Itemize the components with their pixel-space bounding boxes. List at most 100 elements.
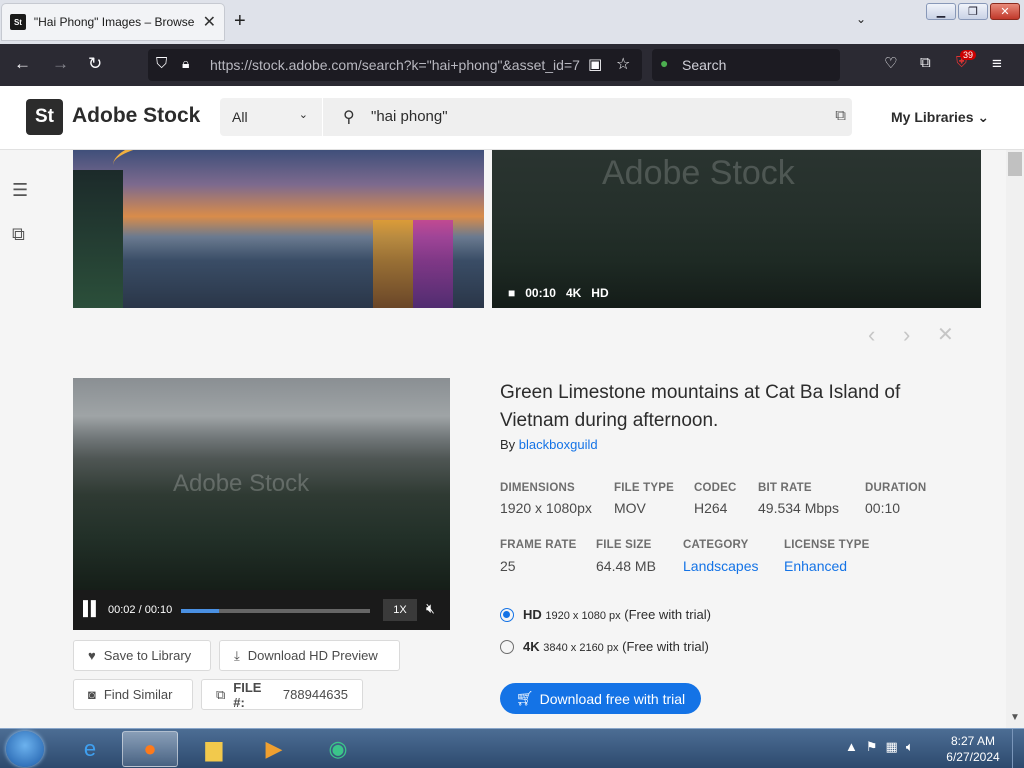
- back-icon[interactable]: ←: [14, 54, 31, 74]
- find-similar-button[interactable]: ◙ Find Similar: [73, 679, 193, 710]
- video-player[interactable]: Adobe Stock ▌▌ 00:02 / 00:10 1X 🔇︎: [73, 378, 450, 630]
- filters-icon[interactable]: ☰: [12, 180, 28, 201]
- maximize-button[interactable]: ❐: [958, 3, 988, 20]
- extensions-icon[interactable]: ⧉: [920, 54, 931, 71]
- extension-badge: 39: [960, 50, 977, 60]
- my-libraries-menu[interactable]: My Libraries ⌄: [891, 109, 989, 126]
- firefox-icon[interactable]: ●: [122, 731, 178, 767]
- meta-value: 1920 x 1080px: [500, 500, 592, 516]
- show-hidden-icons-icon[interactable]: ▲: [845, 739, 858, 755]
- search-input[interactable]: [371, 108, 791, 125]
- clock[interactable]: 8:27 AM 6/27/2024: [940, 733, 1006, 765]
- meta-value: H264: [694, 500, 728, 516]
- show-desktop-button[interactable]: [1012, 729, 1024, 768]
- search-field[interactable]: ⚲ ⧉: [323, 98, 852, 136]
- download-preview-label: Download HD Preview: [247, 648, 378, 663]
- list-all-tabs-icon[interactable]: ⌄: [856, 12, 866, 26]
- clock-date: 6/27/2024: [946, 750, 1000, 764]
- reader-view-icon[interactable]: ▣: [588, 55, 602, 73]
- meta-label: DURATION: [865, 482, 927, 494]
- copy-icon: ⧉: [216, 686, 226, 702]
- url-bar[interactable]: ⛉ 🔒︎ https://stock.adobe.com/search?k="h…: [148, 49, 642, 81]
- menu-icon[interactable]: ≡: [992, 54, 1002, 74]
- meta-value: 00:10: [865, 500, 901, 516]
- asset-type-select[interactable]: All ⌄: [220, 98, 322, 136]
- meta-label: BIT RATE: [758, 482, 812, 494]
- minimize-button[interactable]: ▁: [926, 3, 956, 20]
- internet-explorer-icon[interactable]: e: [62, 731, 118, 767]
- scroll-down-icon[interactable]: ▼: [1010, 712, 1020, 723]
- lock-icon[interactable]: 🔒︎: [182, 55, 189, 72]
- browser-search-bar[interactable]: ● Search: [652, 49, 840, 81]
- bookmark-star-icon[interactable]: ☆: [616, 54, 630, 74]
- meta-label: DIMENSIONS: [500, 482, 575, 494]
- hd-radio[interactable]: [500, 608, 514, 622]
- meta-label: FILE SIZE: [596, 539, 652, 551]
- next-icon[interactable]: ›: [903, 322, 910, 348]
- file-number-button[interactable]: ⧉ FILE #: 788944635: [201, 679, 363, 710]
- meta-value[interactable]: Enhanced: [784, 558, 847, 574]
- player-controls: ▌▌ 00:02 / 00:10 1X 🔇︎: [73, 590, 450, 630]
- author-link[interactable]: blackboxguild: [519, 437, 598, 452]
- volume-icon[interactable]: 🔈︎: [906, 739, 914, 755]
- speed-button[interactable]: 1X: [383, 599, 417, 621]
- save-to-library-button[interactable]: ♥ Save to Library: [73, 640, 211, 671]
- page-scrollbar[interactable]: [1006, 150, 1024, 728]
- meta-value: 64.48 MB: [596, 558, 656, 574]
- close-window-button[interactable]: ✕: [990, 3, 1020, 20]
- cart-icon: 🛒︎: [515, 690, 534, 706]
- network-icon[interactable]: ▦: [886, 739, 898, 755]
- progress-fill: [181, 609, 219, 613]
- meta-value[interactable]: Landscapes: [683, 558, 759, 574]
- result-thumbnail-video[interactable]: Adobe Stock ■ 00:10 4K HD: [492, 150, 981, 308]
- reload-icon[interactable]: ↻: [88, 54, 102, 74]
- meta-value: 49.534 Mbps: [758, 500, 839, 516]
- save-label: Save to Library: [103, 648, 192, 663]
- adobe-stock-favicon: St: [10, 14, 26, 30]
- close-detail-icon[interactable]: ✕: [937, 322, 954, 347]
- file-explorer-icon[interactable]: ▆: [186, 731, 242, 767]
- app-icon[interactable]: ◉: [310, 731, 366, 767]
- visual-search-icon[interactable]: ⧉: [835, 107, 846, 124]
- media-player-icon[interactable]: ▶: [246, 731, 302, 767]
- meta-value: MOV: [614, 500, 646, 516]
- visual-search-side-icon[interactable]: ⧉: [12, 224, 25, 245]
- hd-option-label[interactable]: HD 1920 x 1080 px (Free with trial): [523, 607, 711, 622]
- progress-bar[interactable]: [181, 609, 370, 613]
- browser-tab[interactable]: St "Hai Phong" Images – Browse 6 ✕: [2, 4, 224, 40]
- new-tab-icon[interactable]: +: [234, 10, 246, 33]
- chevron-down-icon: ⌄: [298, 109, 308, 121]
- meta-label: FRAME RATE: [500, 539, 577, 551]
- adobe-stock-logo[interactable]: St: [26, 99, 63, 135]
- scrollbar-thumb[interactable]: [1008, 152, 1022, 176]
- download-preview-button[interactable]: ⤓ Download HD Preview: [219, 640, 400, 671]
- start-button[interactable]: [6, 731, 44, 767]
- meta-label: FILE TYPE: [614, 482, 674, 494]
- windows-taskbar: e ● ▆ ▶ ◉ ▲ ⚑ ▦ 🔈︎ 8:27 AM 6/27/2024: [0, 728, 1024, 768]
- mute-icon[interactable]: 🔇︎: [426, 600, 435, 617]
- chevron-down-icon: ⌄: [977, 109, 990, 125]
- previous-icon[interactable]: ‹: [868, 322, 875, 348]
- meta-value: 25: [500, 558, 516, 574]
- clip-duration: 00:10: [525, 286, 556, 300]
- watermark: Adobe Stock: [173, 470, 310, 497]
- tab-title: "Hai Phong" Images – Browse 6: [33, 15, 197, 29]
- byline: By blackboxguild: [500, 437, 598, 452]
- meta-label: CODEC: [694, 482, 737, 494]
- url-text[interactable]: https://stock.adobe.com/search?k="hai+ph…: [210, 57, 582, 73]
- thumbnail-detail: [413, 220, 453, 308]
- video-meta: ■ 00:10 4K HD: [508, 286, 609, 300]
- 4k-radio[interactable]: [500, 640, 514, 654]
- tracking-protection-icon[interactable]: ⛉: [156, 55, 167, 72]
- logo-text[interactable]: Adobe Stock: [72, 104, 200, 128]
- close-tab-icon[interactable]: ✕: [203, 12, 216, 32]
- pause-icon[interactable]: ▌▌: [83, 600, 101, 616]
- 4k-option-label[interactable]: 4K 3840 x 2160 px (Free with trial): [523, 639, 709, 654]
- search-results: ☰ ⧉ Adobe Stock ■ 00:10 4K HD ‹ › ✕ Adob…: [0, 150, 1006, 728]
- action-center-icon[interactable]: ⚑: [866, 739, 878, 755]
- download-free-trial-button[interactable]: 🛒︎ Download free with trial: [500, 683, 701, 714]
- result-thumbnail-bridge[interactable]: [73, 150, 484, 308]
- pocket-icon[interactable]: ♡: [884, 54, 897, 72]
- video-frame[interactable]: Adobe Stock: [73, 378, 450, 590]
- forward-icon[interactable]: →: [52, 54, 69, 74]
